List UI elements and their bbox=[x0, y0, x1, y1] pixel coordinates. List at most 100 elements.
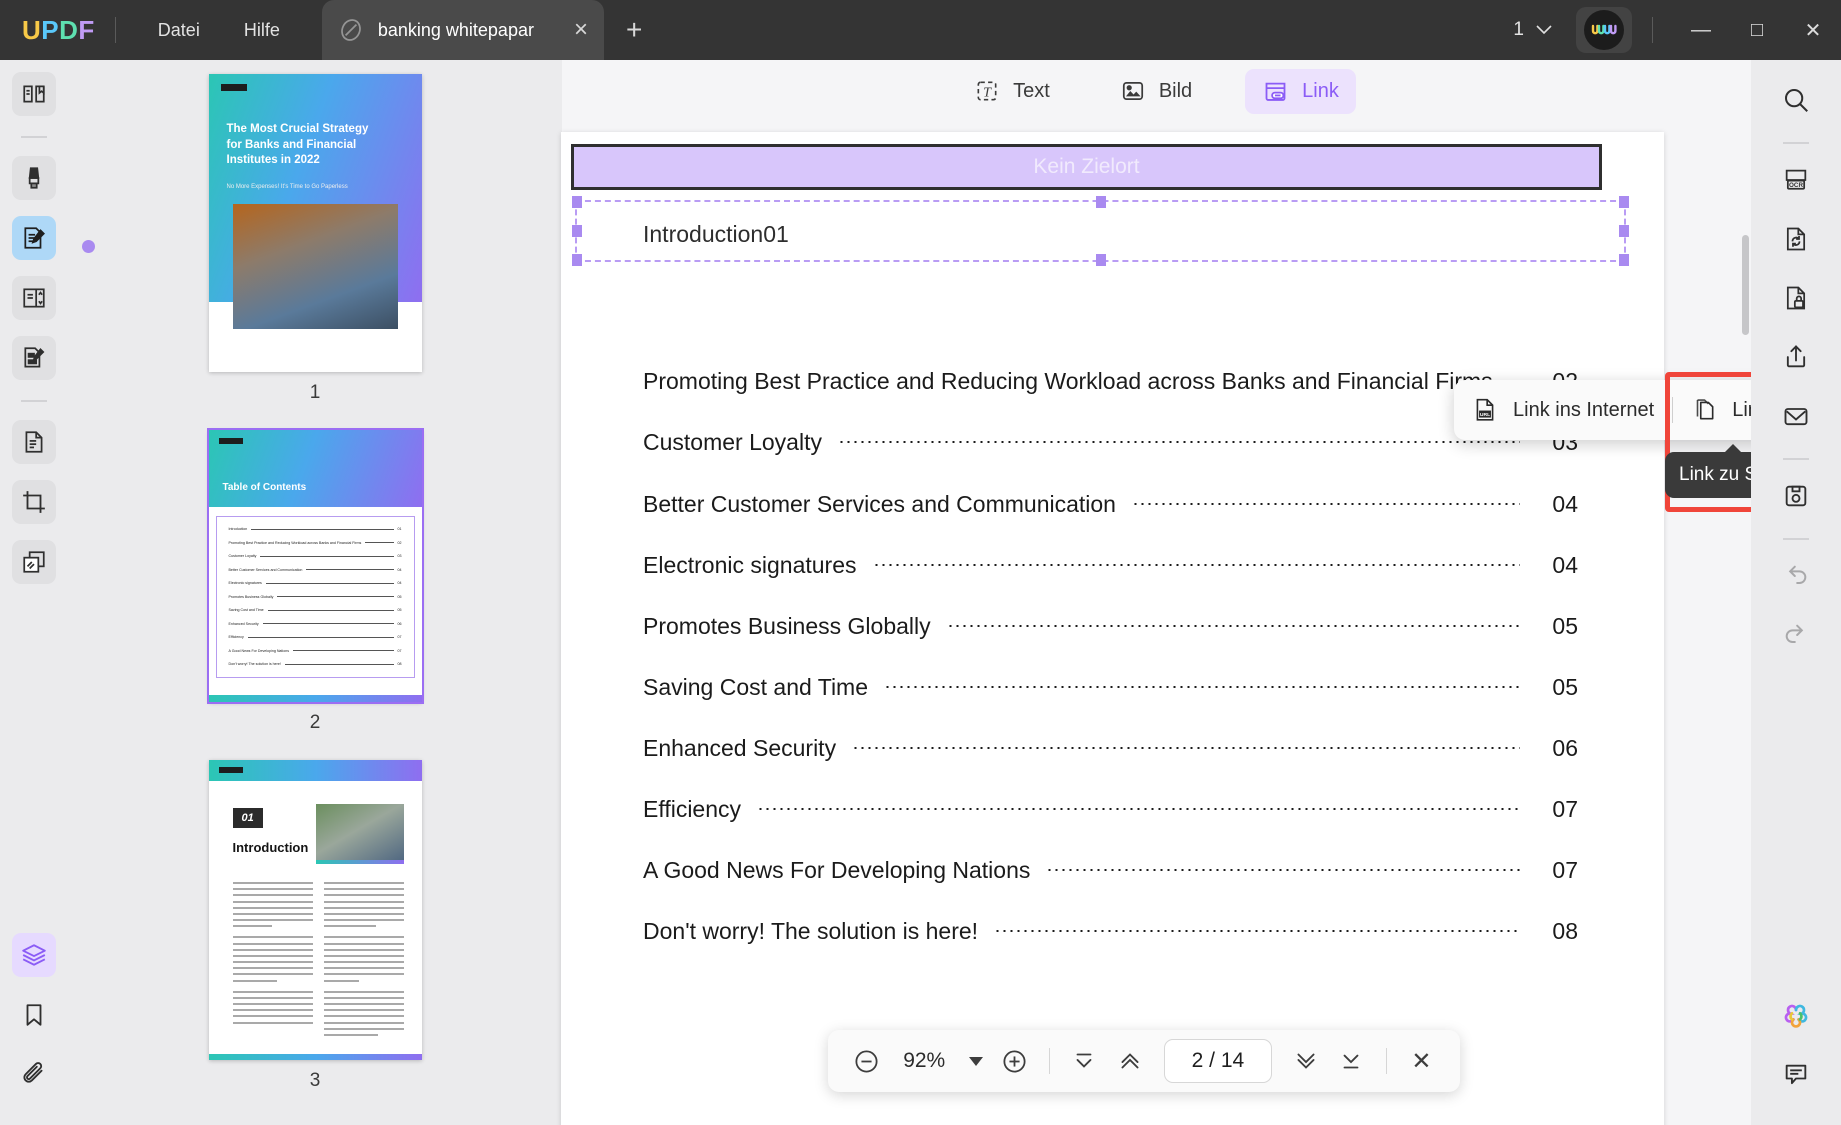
undo-icon[interactable] bbox=[1772, 552, 1820, 600]
prev-page-icon[interactable] bbox=[1109, 1038, 1150, 1084]
zoom-dropdown-icon[interactable] bbox=[961, 1038, 990, 1084]
ocr-icon[interactable]: OCR bbox=[1772, 156, 1820, 204]
updf-window: UPDF Datei Hilfe banking whitepapar × + … bbox=[0, 0, 1841, 1125]
sidebar-page-icon[interactable] bbox=[12, 420, 56, 464]
toc-row[interactable]: A Good News For Developing Nations 07 bbox=[643, 856, 1578, 884]
thumbnail-number: 2 bbox=[310, 712, 321, 734]
link-annotation-highlight[interactable]: Kein Zielort bbox=[571, 144, 1602, 190]
menu-datei[interactable]: Datei bbox=[136, 12, 222, 49]
search-icon[interactable] bbox=[1772, 76, 1820, 124]
tool-bild[interactable]: Bild bbox=[1103, 69, 1209, 113]
share-icon[interactable] bbox=[1772, 333, 1820, 381]
toc-row[interactable]: Saving Cost and Time 05 bbox=[643, 673, 1578, 701]
sidebar-reader-icon[interactable] bbox=[12, 72, 56, 116]
right-rail-divider-1 bbox=[1783, 142, 1809, 144]
thumbnail-panel[interactable]: The Most Crucial Strategy for Banks and … bbox=[68, 60, 562, 1125]
first-page-icon[interactable] bbox=[1064, 1038, 1105, 1084]
comment-icon[interactable] bbox=[1772, 1051, 1820, 1099]
toc-row[interactable]: Efficiency 07 bbox=[643, 795, 1578, 823]
text-line bbox=[324, 888, 404, 890]
resize-handle-bottom-center[interactable] bbox=[1096, 254, 1106, 266]
ai-assistant-icon[interactable] bbox=[1772, 992, 1820, 1040]
protect-icon[interactable] bbox=[1772, 274, 1820, 322]
avatar-button[interactable] bbox=[1576, 7, 1632, 53]
text-line bbox=[233, 907, 313, 909]
zoom-out-button[interactable] bbox=[846, 1038, 887, 1084]
redo-icon[interactable] bbox=[1772, 611, 1820, 659]
thumbnail-page-3[interactable]: 01 Introduction bbox=[209, 760, 422, 1060]
sidebar-bookmark-icon[interactable] bbox=[12, 993, 56, 1037]
toc-row-label: Electronic signatures bbox=[643, 552, 857, 579]
toc-row-dots bbox=[757, 804, 1520, 814]
toc-row[interactable]: Better Customer Services and Communicati… bbox=[643, 490, 1578, 518]
maximize-button[interactable]: □ bbox=[1729, 0, 1785, 60]
new-tab-button[interactable]: + bbox=[626, 16, 642, 44]
toc-row-dots bbox=[1046, 865, 1520, 875]
resize-handle-bottom-left[interactable] bbox=[572, 254, 582, 266]
thumbnail-page-1[interactable]: The Most Crucial Strategy for Banks and … bbox=[209, 74, 422, 372]
thumbnail-toc-label: Efficiency bbox=[229, 635, 244, 639]
resize-handle-middle-left[interactable] bbox=[572, 225, 582, 237]
toc-row[interactable]: Electronic signatures 04 bbox=[643, 551, 1578, 579]
thumbnail-toc-page: 05 bbox=[398, 608, 402, 612]
convert-icon[interactable] bbox=[1772, 215, 1820, 263]
popup-link-internet[interactable]: URL Link ins Internet bbox=[1454, 380, 1672, 440]
account-selector[interactable]: 1 bbox=[1503, 19, 1562, 41]
tool-text[interactable]: T Text bbox=[957, 69, 1067, 113]
thumbnail-item[interactable]: 01 Introduction 3 bbox=[68, 760, 562, 1118]
thumbnail-toc-label: Promotes Business Globally bbox=[229, 595, 274, 599]
thumbnail-toc-dots bbox=[260, 556, 393, 557]
save-icon[interactable] bbox=[1772, 472, 1820, 520]
text-line bbox=[233, 901, 313, 903]
toc-row[interactable]: Enhanced Security 06 bbox=[643, 734, 1578, 762]
resize-handle-top-left[interactable] bbox=[572, 196, 582, 208]
zoom-in-button[interactable] bbox=[994, 1038, 1035, 1084]
text-line bbox=[324, 1034, 379, 1036]
thumbnail-toc-label: Introduction bbox=[229, 527, 248, 531]
minimize-button[interactable]: — bbox=[1673, 0, 1729, 60]
logo-letter-f: F bbox=[78, 15, 94, 46]
resize-handle-top-center[interactable] bbox=[1096, 196, 1106, 208]
sidebar-organize-icon[interactable] bbox=[12, 540, 56, 584]
svg-text:OCR: OCR bbox=[1789, 182, 1803, 189]
mail-icon[interactable] bbox=[1772, 392, 1820, 440]
toc-row[interactable]: Promoting Best Practice and Reducing Wor… bbox=[643, 367, 1578, 395]
sidebar-crop-icon[interactable] bbox=[12, 480, 56, 524]
zoom-level-label[interactable]: 92% bbox=[891, 1049, 957, 1073]
thumbnail-toc-dots bbox=[251, 529, 393, 530]
intro-logo bbox=[219, 767, 243, 773]
thumbnail-item[interactable]: Table of Contents Introduction 01 Promotin… bbox=[68, 430, 562, 760]
sidebar-edit-pdf-icon[interactable] bbox=[12, 216, 56, 260]
last-page-icon[interactable] bbox=[1331, 1038, 1372, 1084]
sidebar-highlighter-icon[interactable] bbox=[12, 156, 56, 200]
tool-link[interactable]: Link bbox=[1245, 69, 1356, 114]
close-tab-icon[interactable]: × bbox=[574, 18, 588, 42]
close-pagebar-button[interactable]: ✕ bbox=[1401, 1038, 1442, 1084]
thumbnail-toc-dots bbox=[306, 569, 393, 570]
sidebar-annotate-icon[interactable] bbox=[12, 276, 56, 320]
sidebar-form-icon[interactable] bbox=[12, 336, 56, 380]
next-page-icon[interactable] bbox=[1286, 1038, 1327, 1084]
thumbnail-page-2[interactable]: Table of Contents Introduction 01 Promotin… bbox=[209, 430, 422, 702]
toc-row[interactable]: Promotes Business Globally 05 bbox=[643, 612, 1578, 640]
text-line bbox=[324, 1015, 404, 1017]
sidebar-attachment-icon[interactable] bbox=[12, 1053, 56, 1097]
resize-handle-top-right[interactable] bbox=[1619, 196, 1629, 208]
toc-row[interactable]: Customer Loyalty 03 bbox=[643, 428, 1578, 456]
menu-hilfe[interactable]: Hilfe bbox=[222, 12, 302, 49]
logo-letter-p: P bbox=[41, 15, 59, 46]
document-tab[interactable]: banking whitepapar × bbox=[322, 0, 604, 60]
pdf-page[interactable]: Kein Zielort Introduction 01 Promoting B… bbox=[561, 132, 1664, 1125]
resize-handle-middle-right[interactable] bbox=[1619, 225, 1629, 237]
close-window-button[interactable]: ✕ bbox=[1785, 0, 1841, 60]
thumbnail-item[interactable]: The Most Crucial Strategy for Banks and … bbox=[68, 74, 562, 430]
text-line bbox=[233, 967, 313, 969]
toc-row-dots bbox=[852, 743, 1520, 753]
toc-row[interactable]: Don't worry! The solution is here! 08 bbox=[643, 917, 1578, 945]
page-indicator-input[interactable]: 2 / 14 bbox=[1164, 1039, 1272, 1083]
sidebar-layers-icon[interactable] bbox=[12, 933, 56, 977]
document-scrollbar-thumb[interactable] bbox=[1742, 235, 1749, 335]
resize-handle-bottom-right[interactable] bbox=[1619, 254, 1629, 266]
text-line bbox=[233, 1015, 313, 1017]
thumbnail-toc-label: Saving Cost and Time bbox=[229, 608, 264, 612]
